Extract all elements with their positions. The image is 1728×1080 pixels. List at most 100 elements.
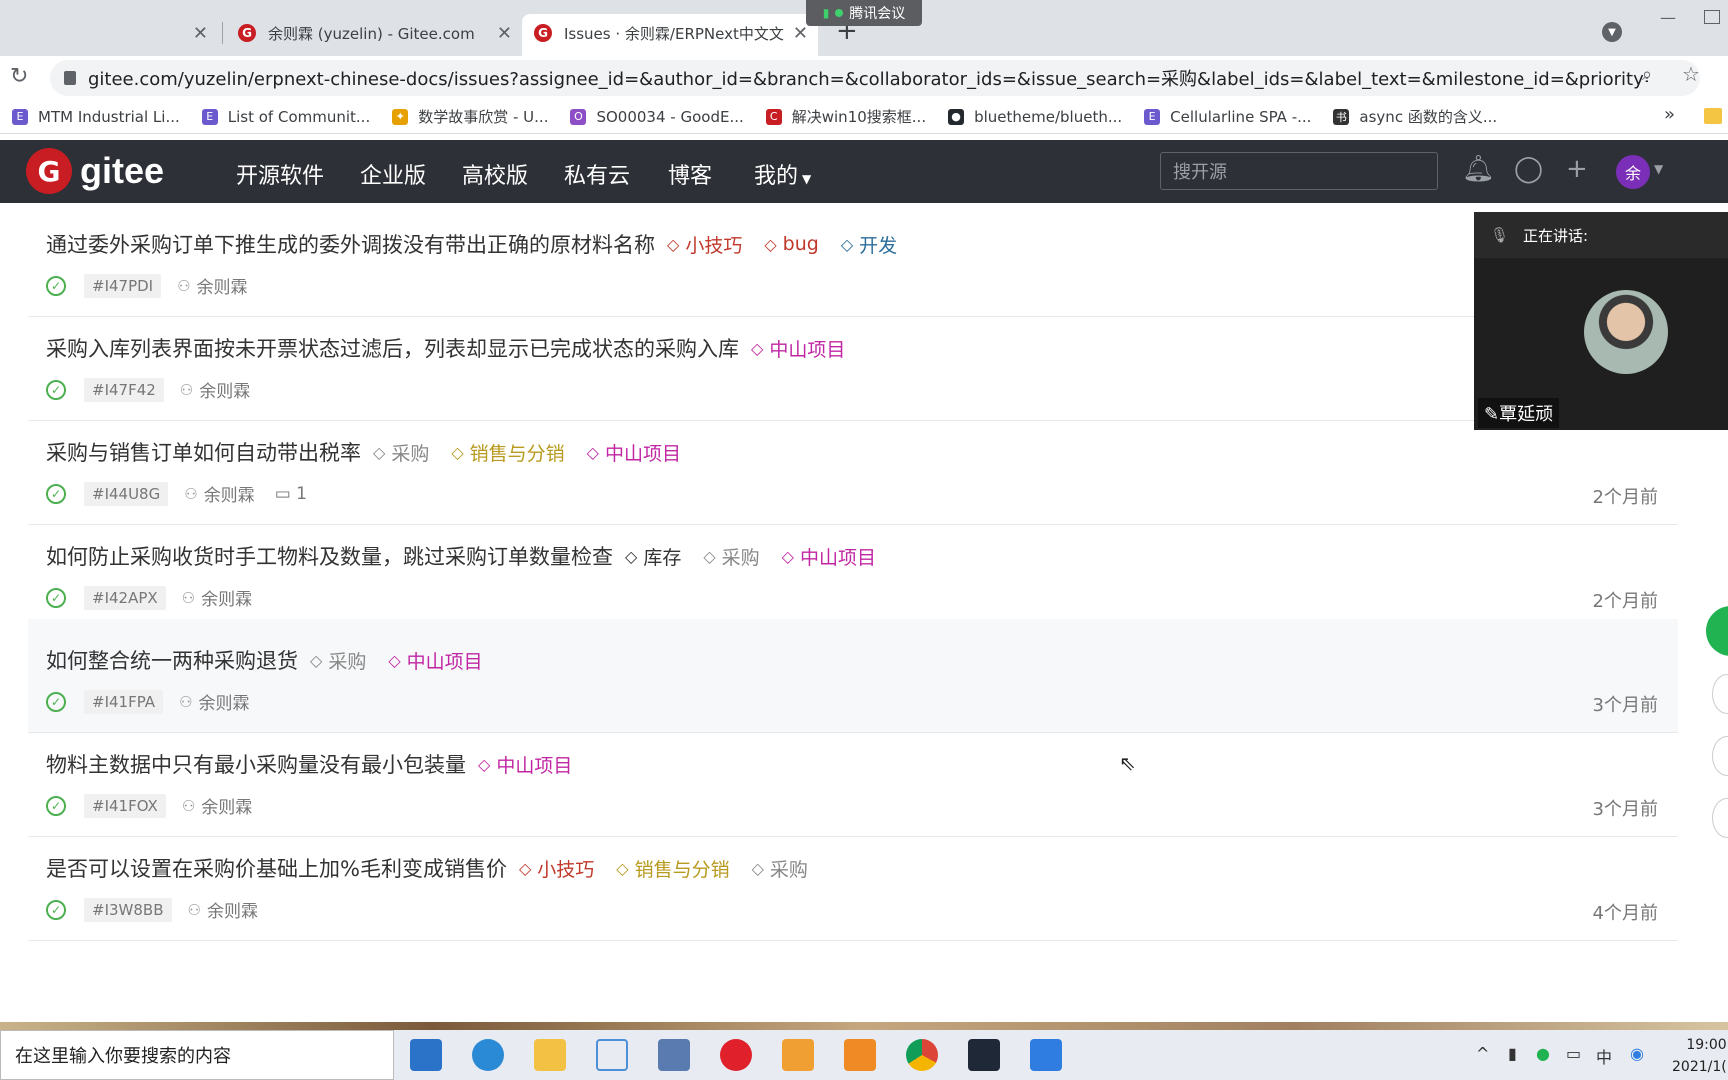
nav-enterprise[interactable]: 企业版 <box>360 158 426 190</box>
issue-title[interactable]: 采购与销售订单如何自动带出税率 <box>46 437 361 467</box>
issue-number[interactable]: #I42APX <box>84 585 166 610</box>
nav-blog[interactable]: 博客 <box>668 158 712 190</box>
app-tray-icon[interactable]: ● <box>1536 1044 1550 1063</box>
issue-label-tag[interactable]: ◇ 中山项目 <box>478 751 572 778</box>
issue-label-tag[interactable]: ◇ 小技巧 <box>667 231 742 258</box>
issue-label-tag[interactable]: ◇ 中山项目 <box>751 335 845 362</box>
issue-number[interactable]: #I3W8BB <box>84 897 172 922</box>
issue-number[interactable]: #I41FOX <box>84 793 166 818</box>
issue-title[interactable]: 通过委外采购订单下推生成的委外调拨没有带出正确的原材料名称 <box>46 229 655 259</box>
issue-label-tag[interactable]: ◇ 小技巧 <box>519 855 594 882</box>
microphone-tray-icon[interactable]: ▮ <box>1508 1044 1517 1063</box>
bookmark-item[interactable]: E Cellularline SPA -... <box>1144 108 1311 126</box>
issue-author[interactable]: ⚇ 余则霖 <box>179 689 249 715</box>
bookmark-star-icon[interactable]: ☆ <box>1682 62 1700 86</box>
address-bar[interactable]: gitee.com/yuzelin/erpnext-chinese-docs/i… <box>50 60 1700 96</box>
network-app-icon[interactable] <box>658 1039 690 1071</box>
tab-0[interactable]: ✕ <box>0 14 218 52</box>
feishu-app-icon[interactable] <box>472 1039 504 1071</box>
office-app-icon[interactable] <box>844 1039 876 1071</box>
issue-title[interactable]: 采购入库列表界面按未开票状态过滤后，列表却显示已完成状态的采购入库 <box>46 333 739 363</box>
chrome-icon[interactable] <box>906 1039 938 1071</box>
bookmark-item[interactable]: C 解决win10搜索框... <box>765 106 926 127</box>
issue-label-tag[interactable]: ◇ 采购 <box>310 647 366 674</box>
bookmarks-overflow-button[interactable]: » <box>1664 104 1675 125</box>
issue-row[interactable]: 是否可以设置在采购价基础上加%毛利变成销售价 ◇ 小技巧 ◇ 销售与分销 ◇ 采购 ✓ #I… <box>28 827 1678 941</box>
issue-title[interactable]: 如何防止采购收货时手工物料及数量，跳过采购订单数量检查 <box>46 541 613 571</box>
meeting-video-window[interactable]: 🎙︎ 正在讲话: ✎覃延顽 <box>1474 212 1728 430</box>
issue-row[interactable]: 通过委外采购订单下推生成的委外调拨没有带出正确的原材料名称 ◇ 小技巧 ◇ bug ◇ 开发… <box>28 203 1678 317</box>
issue-author[interactable]: ⚇ 余则霖 <box>182 585 252 611</box>
issue-number[interactable]: #I41FPA <box>84 689 164 714</box>
issue-label-tag[interactable]: ◇ 中山项目 <box>587 439 681 466</box>
reload-icon[interactable]: ↻ <box>10 64 28 89</box>
issue-number[interactable]: #I47F42 <box>84 377 164 402</box>
url-text[interactable]: gitee.com/yuzelin/erpnext-chinese-docs/i… <box>88 65 1648 91</box>
issue-label-tag[interactable]: ◇ bug <box>764 233 818 255</box>
bookmark-item[interactable]: E List of Communit... <box>201 108 370 126</box>
bookmark-item[interactable]: ✦ 数学故事欣赏 - U... <box>392 106 548 127</box>
issue-label-tag[interactable]: ◇ 中山项目 <box>388 647 482 674</box>
issue-row[interactable]: 采购入库列表界面按未开票状态过滤后，列表却显示已完成状态的采购入库 ◇ 中山项目 ✓… <box>28 307 1678 421</box>
close-icon[interactable]: ✕ <box>793 23 808 44</box>
chevron-down-icon[interactable]: ▼ <box>1654 162 1663 176</box>
bookmark-item[interactable]: 书 async 函数的含义... <box>1333 106 1497 127</box>
input-method-icon[interactable]: ◉ <box>1630 1044 1644 1063</box>
lock-icon[interactable] <box>64 71 76 85</box>
nav-education[interactable]: 高校版 <box>462 158 528 190</box>
meeting-app-icon[interactable] <box>1030 1039 1062 1071</box>
bookmark-item[interactable]: ● bluetheme/blueth... <box>948 108 1122 126</box>
search-input[interactable]: 搜开源 <box>1160 152 1438 190</box>
issue-title[interactable]: 物料主数据中只有最小采购量没有最小包装量 <box>46 749 466 779</box>
battery-icon[interactable]: ▭ <box>1566 1044 1581 1063</box>
lightbulb-icon[interactable]: ◯ <box>1514 154 1543 184</box>
bookmark-item[interactable]: O SO00034 - GoodE... <box>570 108 744 126</box>
issue-row[interactable]: 如何整合统一两种采购退货 ◇ 采购 ◇ 中山项目 ✓ #I41FPA ⚇ 余则霖 3个月前 <box>28 619 1678 733</box>
bookmark-item[interactable]: E MTM Industrial Li... <box>12 108 180 126</box>
issue-author[interactable]: ⚇ 余则霖 <box>188 897 258 923</box>
issue-number[interactable]: #I44U8G <box>84 481 169 506</box>
plus-icon[interactable]: + <box>1566 154 1588 184</box>
folder-icon[interactable] <box>1704 108 1722 124</box>
nav-open-source[interactable]: 开源软件 <box>236 158 324 190</box>
issue-author[interactable]: ⚇ 余则霖 <box>182 793 252 819</box>
issue-title[interactable]: 是否可以设置在采购价基础上加%毛利变成销售价 <box>46 853 507 883</box>
ime-indicator[interactable]: 中 <box>1596 1044 1612 1068</box>
comment-count[interactable]: ▭ 1 <box>275 484 307 504</box>
mail-app-icon[interactable] <box>410 1039 442 1071</box>
issue-label-tag[interactable]: ◇ 采购 <box>373 439 429 466</box>
issue-number[interactable]: #I47PDI <box>84 273 162 298</box>
issue-author[interactable]: ⚇ 余则霖 <box>180 377 250 403</box>
issue-label-tag[interactable]: ◇ 销售与分销 <box>451 439 564 466</box>
opera-icon[interactable] <box>720 1039 752 1071</box>
nav-private-cloud[interactable]: 私有云 <box>564 158 630 190</box>
issue-label-tag[interactable]: ◇ 库存 <box>625 543 681 570</box>
minimize-icon[interactable]: — <box>1660 8 1676 27</box>
tab-1[interactable]: G 余则霖 (yuzelin) - Gitee.com ✕ <box>226 14 522 52</box>
chevron-up-icon[interactable]: ^ <box>1476 1044 1489 1063</box>
issue-label-tag[interactable]: ◇ 开发 <box>841 231 897 258</box>
issue-title[interactable]: 如何整合统一两种采购退货 <box>46 645 298 675</box>
issue-author[interactable]: ⚇ 余则霖 <box>177 273 247 299</box>
issue-row[interactable]: 物料主数据中只有最小采购量没有最小包装量 ◇ 中山项目 ✓ #I41FOX ⚇ 余则霖… <box>28 723 1678 837</box>
zoom-icon[interactable]: ⌕ <box>1642 64 1652 85</box>
tab-search-icon[interactable]: ▼ <box>1602 22 1622 42</box>
close-icon[interactable]: ✕ <box>193 23 208 44</box>
issue-author[interactable]: ⚇ 余则霖 <box>184 481 254 507</box>
meeting-badge[interactable]: ▮ 腾讯会议 <box>806 0 922 26</box>
issue-label-tag[interactable]: ◇ 中山项目 <box>782 543 876 570</box>
issue-label-tag[interactable]: ◇ 采购 <box>703 543 759 570</box>
close-icon[interactable]: ✕ <box>497 23 512 44</box>
issue-label-tag[interactable]: ◇ 采购 <box>752 855 808 882</box>
avatar[interactable]: 余 <box>1616 155 1650 189</box>
game-app-icon[interactable] <box>782 1039 814 1071</box>
issue-row[interactable]: 如何防止采购收货时手工物料及数量，跳过采购订单数量检查 ◇ 库存 ◇ 采购 ◇ 中山项目 ✓… <box>28 515 1678 629</box>
issue-label-tag[interactable]: ◇ 销售与分销 <box>616 855 729 882</box>
bell-icon[interactable]: 🔔︎ <box>1462 154 1495 184</box>
maximize-icon[interactable] <box>1704 10 1720 24</box>
taskbar-search-input[interactable]: 在这里输入你要搜索的内容 <box>0 1030 394 1080</box>
snipping-tool-icon[interactable] <box>596 1039 628 1071</box>
nav-mine[interactable]: 我的 ▼ <box>754 158 811 190</box>
file-explorer-icon[interactable] <box>534 1039 566 1071</box>
issue-row[interactable]: 采购与销售订单如何自动带出税率 ◇ 采购 ◇ 销售与分销 ◇ 中山项目 ✓ #I44U8G … <box>28 411 1678 525</box>
